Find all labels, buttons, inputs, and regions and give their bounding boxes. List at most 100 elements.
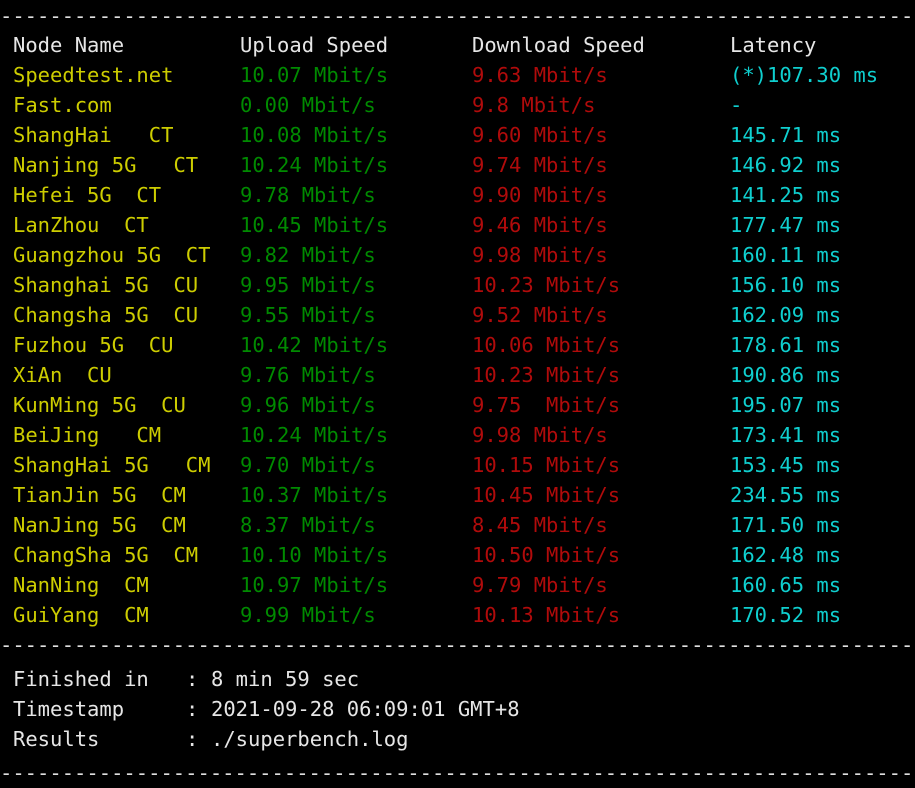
upload-speed: 9.70 Mbit/s — [240, 453, 376, 477]
upload-speed: 0.00 Mbit/s — [240, 93, 376, 117]
node-name: KunMing 5G CU — [13, 393, 186, 417]
table-row: Fuzhou 5G CU 10.42 Mbit/s 10.06 Mbit/s 178.… — [0, 330, 915, 360]
upload-speed: 10.97 Mbit/s — [240, 573, 389, 597]
node-name: LanZhou CT — [13, 213, 149, 237]
column-header-latency: Latency — [730, 33, 817, 57]
table-row: Hefei 5G CT 9.78 Mbit/s 9.90 Mbit/s 141.25 … — [0, 180, 915, 210]
download-speed: 10.06 Mbit/s — [472, 333, 621, 357]
summary-value: 2021-09-28 06:09:01 GMT+8 — [211, 697, 520, 721]
table-row: XiAn CU 9.76 Mbit/s 10.23 Mbit/s 190.86 ms — [0, 360, 915, 390]
node-name: NanJing 5G CM — [13, 513, 186, 537]
download-speed: 10.13 Mbit/s — [472, 603, 621, 627]
node-name: TianJin 5G CM — [13, 483, 186, 507]
terminal-window: ----------------------------------------… — [0, 0, 915, 783]
latency: 162.09 ms — [730, 303, 842, 327]
latency: 141.25 ms — [730, 183, 842, 207]
summary-value: 8 min 59 sec — [211, 667, 360, 691]
latency: 234.55 ms — [730, 483, 842, 507]
upload-speed: 9.76 Mbit/s — [240, 363, 376, 387]
node-name: Hefei 5G CT — [13, 183, 162, 207]
upload-speed: 10.24 Mbit/s — [240, 423, 389, 447]
upload-speed: 10.37 Mbit/s — [240, 483, 389, 507]
latency: 178.61 ms — [730, 333, 842, 357]
separator-bottom: ----------------------------------------… — [0, 758, 915, 788]
latency: 145.71 ms — [730, 123, 842, 147]
node-name: XiAn CU — [13, 363, 112, 387]
download-speed: 9.8 Mbit/s — [472, 93, 596, 117]
upload-speed: 10.24 Mbit/s — [240, 153, 389, 177]
table-row: ChangSha 5G CM 10.10 Mbit/s 10.50 Mbit/s 16… — [0, 540, 915, 570]
node-name: ShangHai 5G CM — [13, 453, 211, 477]
node-name: Changsha 5G CU — [13, 303, 199, 327]
summary-colon: : — [186, 667, 199, 691]
summary-label: Results — [13, 727, 100, 751]
summary-row: Finished in:8 min 59 sec — [0, 664, 915, 694]
node-name: ShangHai CT — [13, 123, 174, 147]
download-speed: 9.52 Mbit/s — [472, 303, 608, 327]
separator-dashes: ----------------------------------------… — [0, 632, 915, 657]
summary-colon: : — [186, 727, 199, 751]
table-row: Changsha 5G CU 9.55 Mbit/s 9.52 Mbit/s 162.… — [0, 300, 915, 330]
node-name: Fuzhou 5G CU — [13, 333, 174, 357]
latency: (*)107.30 ms — [730, 63, 879, 87]
separator-middle: ----------------------------------------… — [0, 630, 915, 660]
summary-row: Results: ./superbench.log — [0, 724, 915, 754]
table-row: NanJing 5G CM 8.37 Mbit/s 8.45 Mbit/s 171.5… — [0, 510, 915, 540]
summary-label: Timestamp — [13, 697, 125, 721]
download-speed: 9.79 Mbit/s — [472, 573, 608, 597]
download-speed: 10.45 Mbit/s — [472, 483, 621, 507]
table-row: ShangHai 5G CM 9.70 Mbit/s 10.15 Mbit/s 153… — [0, 450, 915, 480]
download-speed: 10.50 Mbit/s — [472, 543, 621, 567]
upload-speed: 9.96 Mbit/s — [240, 393, 376, 417]
upload-speed: 10.07 Mbit/s — [240, 63, 389, 87]
table-header-row: Node Name Upload Speed Download Speed La… — [0, 30, 915, 60]
node-name: Nanjing 5G CT — [13, 153, 199, 177]
summary-value: ./superbench.log — [211, 727, 409, 751]
download-speed: 9.75 Mbit/s — [472, 393, 621, 417]
node-name: Fast.com — [13, 93, 112, 117]
summary-colon: : — [186, 697, 199, 721]
latency: 160.65 ms — [730, 573, 842, 597]
upload-speed: 9.99 Mbit/s — [240, 603, 376, 627]
latency: 171.50 ms — [730, 513, 842, 537]
node-name: ChangSha 5G CM — [13, 543, 199, 567]
table-row: Nanjing 5G CT 10.24 Mbit/s 9.74 Mbit/s 146.… — [0, 150, 915, 180]
upload-speed: 10.08 Mbit/s — [240, 123, 389, 147]
latency: 162.48 ms — [730, 543, 842, 567]
upload-speed: 9.95 Mbit/s — [240, 273, 376, 297]
table-row: Speedtest.net 10.07 Mbit/s 9.63 Mbit/s (*)1… — [0, 60, 915, 90]
upload-speed: 10.42 Mbit/s — [240, 333, 389, 357]
table-row: KunMing 5G CU 9.96 Mbit/s 9.75 Mbit/s 195.0… — [0, 390, 915, 420]
latency: 177.47 ms — [730, 213, 842, 237]
upload-speed: 9.82 Mbit/s — [240, 243, 376, 267]
table-row: TianJin 5G CM 10.37 Mbit/s 10.45 Mbit/s 234… — [0, 480, 915, 510]
download-speed: 9.46 Mbit/s — [472, 213, 608, 237]
node-name: BeiJing CM — [13, 423, 162, 447]
separator-dashes: ----------------------------------------… — [0, 4, 915, 28]
download-speed: 9.90 Mbit/s — [472, 183, 608, 207]
node-name: NanNing CM — [13, 573, 149, 597]
summary-row: Timestamp:2021-09-28 06:09:01 GMT+8 — [0, 694, 915, 724]
table-row: LanZhou CT 10.45 Mbit/s 9.46 Mbit/s 177.47 … — [0, 210, 915, 240]
download-speed: 9.74 Mbit/s — [472, 153, 608, 177]
separator-top: ----------------------------------------… — [0, 0, 915, 30]
upload-speed: 9.78 Mbit/s — [240, 183, 376, 207]
table-row: NanNing CM 10.97 Mbit/s 9.79 Mbit/s 160.65 … — [0, 570, 915, 600]
latency: 173.41 ms — [730, 423, 842, 447]
table-row: GuiYang CM 9.99 Mbit/s 10.13 Mbit/s 170.52 … — [0, 600, 915, 630]
table-row: BeiJing CM 10.24 Mbit/s 9.98 Mbit/s 173.41 … — [0, 420, 915, 450]
table-row: Shanghai 5G CU 9.95 Mbit/s 10.23 Mbit/s 156… — [0, 270, 915, 300]
latency: 153.45 ms — [730, 453, 842, 477]
upload-speed: 8.37 Mbit/s — [240, 513, 376, 537]
latency: 195.07 ms — [730, 393, 842, 417]
upload-speed: 9.55 Mbit/s — [240, 303, 376, 327]
upload-speed: 10.10 Mbit/s — [240, 543, 389, 567]
node-name: Speedtest.net — [13, 63, 174, 87]
node-name: GuiYang CM — [13, 603, 149, 627]
column-header-download: Download Speed — [472, 33, 645, 57]
upload-speed: 10.45 Mbit/s — [240, 213, 389, 237]
table-body: Speedtest.net 10.07 Mbit/s 9.63 Mbit/s (*)1… — [0, 60, 915, 630]
latency: - — [730, 93, 743, 117]
summary-label: Finished in — [13, 667, 149, 691]
download-speed: 10.15 Mbit/s — [472, 453, 621, 477]
